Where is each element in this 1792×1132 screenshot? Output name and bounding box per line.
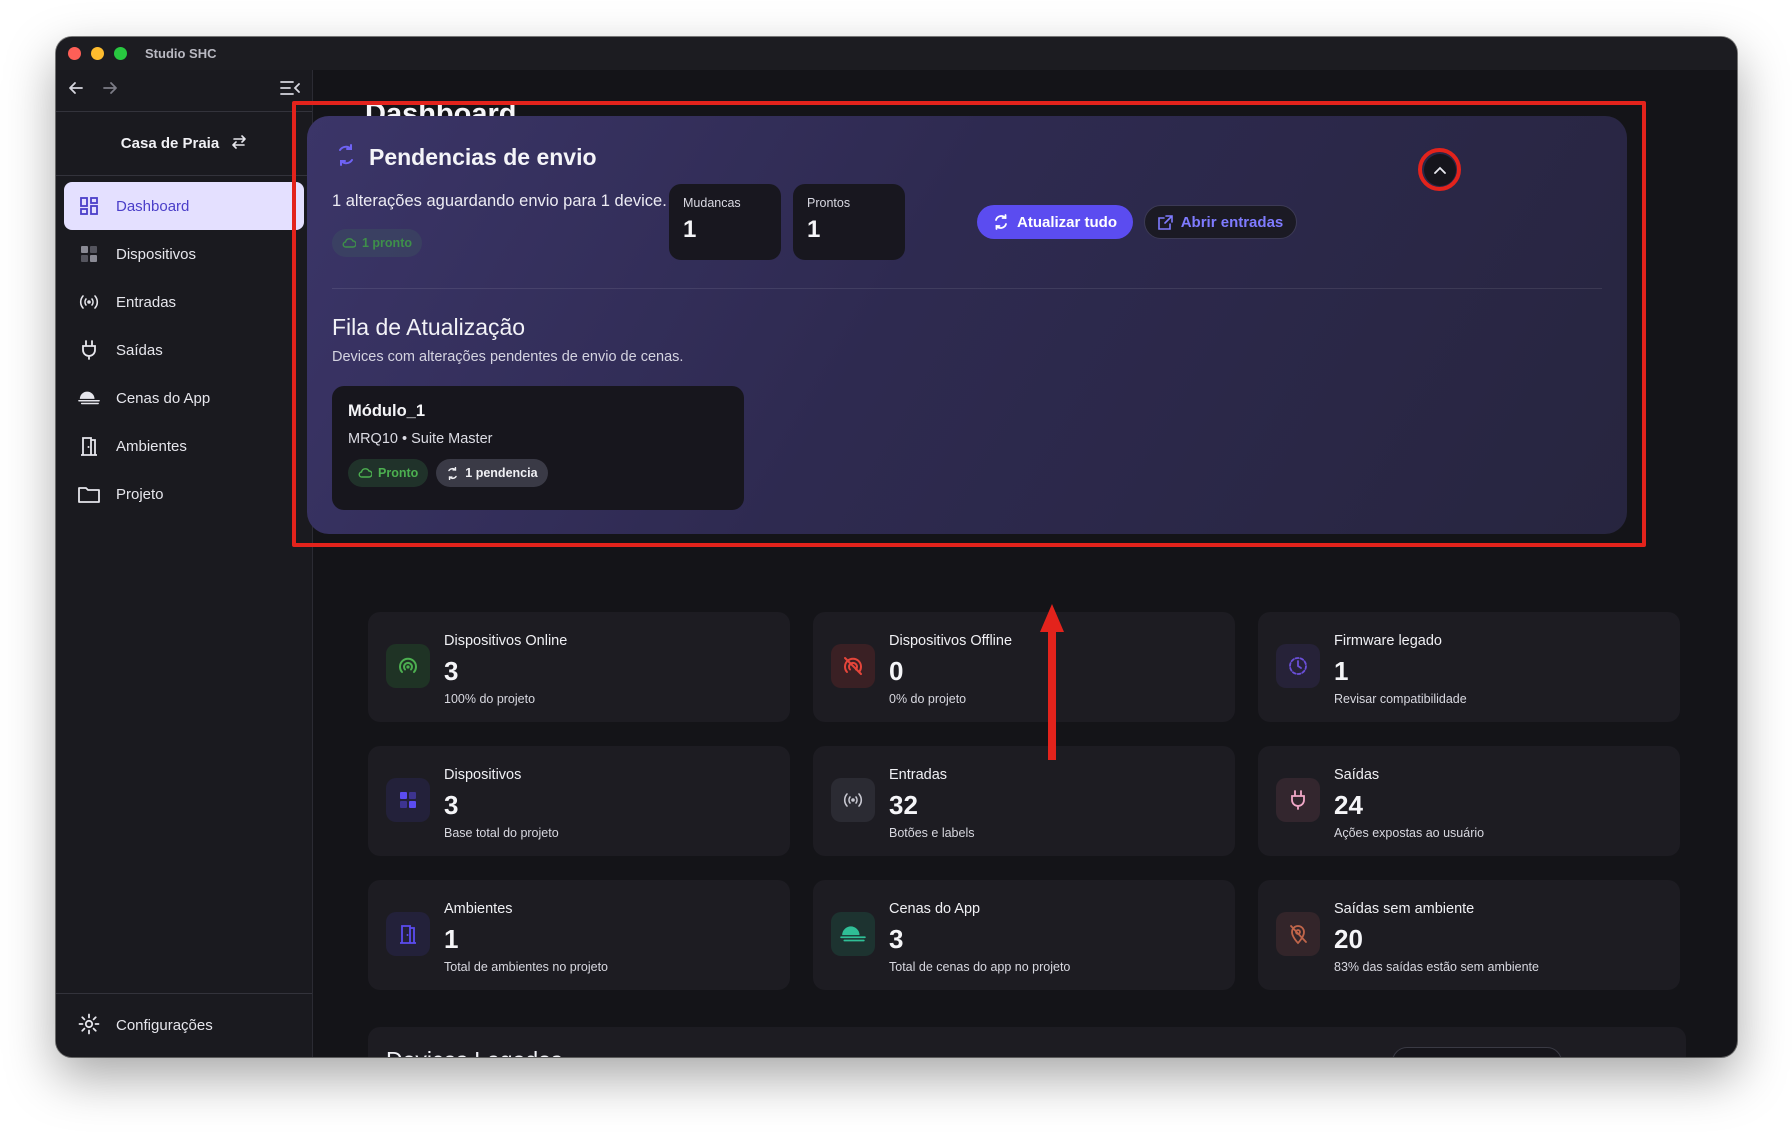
- kpi-dispositivos-offline[interactable]: Dispositivos Offline 0 0% do projeto: [813, 612, 1235, 722]
- plug-icon: [78, 339, 100, 361]
- sidebar-item-dashboard[interactable]: Dashboard: [64, 182, 304, 230]
- swap-icon: [231, 134, 247, 153]
- sidebar-menu: Dashboard Dispositivos Entradas Saídas C…: [56, 176, 312, 524]
- sidebar: Casa de Praia Dashboard Dispositivos Ent…: [56, 70, 313, 1057]
- kpi-dispositivos[interactable]: Dispositivos 3 Base total do projeto: [368, 746, 790, 856]
- signal-online-icon: [386, 644, 430, 688]
- sidebar-item-cenas[interactable]: Cenas do App: [64, 374, 304, 422]
- settings-label: Configurações: [116, 1017, 213, 1034]
- sidebar-item-saidas[interactable]: Saídas: [64, 326, 304, 374]
- plug-icon: [1276, 778, 1320, 822]
- kpi-saidas[interactable]: Saídas 24 Ações expostas ao usuário: [1258, 746, 1680, 856]
- scene-icon: [831, 912, 875, 956]
- devices-grid-icon: [386, 778, 430, 822]
- dashboard-icon: [78, 195, 100, 217]
- annotation-arrow: [1040, 604, 1064, 760]
- minimize-window-button[interactable]: [91, 47, 104, 60]
- door-icon: [78, 435, 100, 457]
- broadcast-icon: [831, 778, 875, 822]
- kpi-entradas[interactable]: Entradas 32 Botões e labels: [813, 746, 1235, 856]
- sidebar-item-label: Entradas: [116, 293, 177, 311]
- house-name: Casa de Praia: [120, 135, 220, 152]
- devices-grid-icon: [78, 243, 100, 265]
- back-arrow-icon[interactable]: [68, 80, 84, 101]
- kpi-dispositivos-online[interactable]: Dispositivos Online 3 100% do projeto: [368, 612, 790, 722]
- sidebar-item-label: Cenas do App: [116, 389, 211, 407]
- history-icon: [1276, 644, 1320, 688]
- sidebar-item-label: Dashboard: [116, 197, 190, 215]
- sidebar-item-label: Projeto: [116, 485, 164, 503]
- sidebar-item-label: Saídas: [116, 341, 163, 359]
- gear-icon: [78, 1013, 100, 1039]
- settings-button[interactable]: Configurações: [56, 993, 312, 1057]
- kpi-saidas-sem-ambiente[interactable]: Saídas sem ambiente 20 83% das saídas es…: [1258, 880, 1680, 990]
- forward-arrow-icon[interactable]: [102, 80, 118, 101]
- title-bar: Studio SHC: [56, 37, 1737, 70]
- close-window-button[interactable]: [68, 47, 81, 60]
- annotation-highlight-box: [292, 101, 1646, 547]
- signal-offline-icon: [831, 644, 875, 688]
- sidebar-item-projeto[interactable]: Projeto: [64, 470, 304, 518]
- folder-icon: [78, 483, 100, 505]
- sidebar-nav-row: [56, 70, 312, 112]
- kpi-ambientes[interactable]: Ambientes 1 Total de ambientes no projet…: [368, 880, 790, 990]
- collapse-sidebar-icon[interactable]: [280, 80, 300, 101]
- app-title: Studio SHC: [145, 46, 217, 61]
- kpi-firmware-legado[interactable]: Firmware legado 1 Revisar compatibilidad…: [1258, 612, 1680, 722]
- door-icon: [386, 912, 430, 956]
- house-selector[interactable]: Casa de Praia: [56, 112, 312, 176]
- sidebar-item-label: Dispositivos: [116, 245, 197, 263]
- kpi-cenas-do-app[interactable]: Cenas do App 3 Total de cenas do app no …: [813, 880, 1235, 990]
- sidebar-item-dispositivos[interactable]: Dispositivos: [64, 230, 304, 278]
- maximize-window-button[interactable]: [114, 47, 127, 60]
- sidebar-item-ambientes[interactable]: Ambientes: [64, 422, 304, 470]
- scene-icon: [78, 387, 100, 409]
- location-off-icon: [1276, 912, 1320, 956]
- sidebar-item-entradas[interactable]: Entradas: [64, 278, 304, 326]
- sidebar-item-label: Ambientes: [116, 437, 187, 455]
- broadcast-icon: [78, 291, 100, 313]
